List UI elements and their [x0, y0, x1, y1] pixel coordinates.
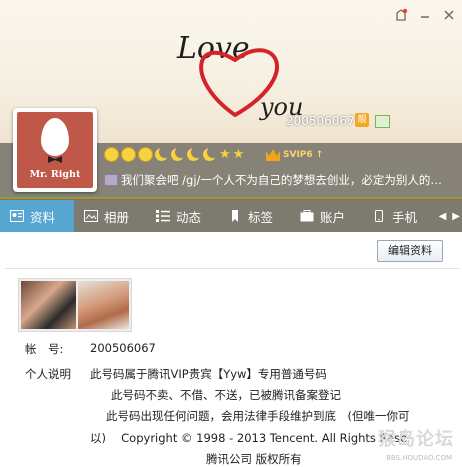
sun-level-icon: [121, 147, 136, 162]
qq-number-banner: 200506067: [286, 114, 355, 128]
egg-icon: [41, 118, 69, 156]
content-divider: [5, 268, 460, 269]
description-line: 腾讯公司 版权所有: [206, 452, 302, 466]
feed-list-icon: [156, 210, 170, 222]
tab-label: 标签: [248, 209, 274, 225]
watermark-title: 猴岛论坛: [378, 429, 454, 450]
arrow-right-icon[interactable]: ▶: [452, 211, 460, 222]
forum-watermark: 猴岛论坛 BBS.HOUDAO.COM: [368, 429, 460, 465]
mobile-phone-icon: [375, 210, 383, 222]
personal-signature[interactable]: 我们聚会吧 /gj/一个人不为自己的梦想去创业，必定为别人的…: [104, 172, 462, 188]
moon-level-icon: [155, 145, 171, 162]
profile-window: Love you 200506067 靓 ★ ★ SVIP6 ↑ 我们聚会吧 /…: [0, 0, 462, 467]
arrow-left-icon[interactable]: ◀: [439, 211, 447, 222]
tab-album[interactable]: 相册: [74, 200, 146, 232]
photo-album-icon: [84, 210, 98, 222]
watermark-url: BBS.HOUDAO.COM: [386, 454, 452, 462]
star-level-icon: ★: [232, 146, 245, 162]
account-label: 帐 号:: [25, 342, 64, 356]
svip-badge[interactable]: SVIP6 ↑: [266, 149, 323, 161]
skin-icon[interactable]: [394, 8, 408, 22]
tab-feed[interactable]: 动态: [146, 200, 218, 232]
phone-bound-icon[interactable]: [375, 115, 390, 128]
tab-label: 资料: [30, 209, 56, 225]
signature-icon: [104, 174, 118, 186]
description-label: 个人说明: [25, 367, 71, 381]
moon-level-icon: [171, 145, 187, 162]
moon-level-icon: [187, 145, 203, 162]
tab-account[interactable]: 账户: [290, 200, 362, 232]
edit-profile-button[interactable]: 编辑资料: [377, 240, 443, 262]
qq-level-icons[interactable]: ★ ★: [104, 145, 245, 162]
bowtie-icon: [48, 156, 62, 163]
description-line: 此号码出现任何问题，会用法律手段维护到底 (但唯一你可: [106, 409, 410, 423]
profile-card-icon: [10, 210, 24, 222]
photo-strip[interactable]: [18, 278, 132, 332]
tab-label: 动态: [176, 209, 202, 225]
tab-profile[interactable]: 资料: [0, 200, 74, 238]
tab-scroll-arrows: ◀ ▶: [439, 200, 460, 232]
close-icon[interactable]: [442, 8, 456, 22]
window-controls: [394, 8, 456, 22]
photo-thumbnail[interactable]: [77, 281, 129, 329]
avatar-caption: Mr. Right: [29, 169, 81, 180]
tab-label: 相册: [104, 209, 130, 225]
signature-text: 我们聚会吧 /gj/一个人不为自己的梦想去创业，必定为别人的…: [121, 173, 442, 187]
sun-level-icon: [138, 147, 153, 162]
tab-label: 手机: [392, 209, 418, 225]
love-text: Love: [176, 31, 250, 66]
tab-mobile[interactable]: 手机: [362, 200, 432, 232]
wallet-icon: [300, 210, 314, 222]
bookmark-tag-icon: [232, 210, 238, 222]
svip-arrow-icon: ↑: [315, 150, 324, 160]
avatar-image: Mr. Right: [17, 112, 93, 188]
svip-level: SVIP6: [283, 150, 313, 160]
sun-level-icon: [104, 147, 119, 162]
tab-label: 账户: [320, 209, 346, 225]
minimize-icon[interactable]: [418, 8, 432, 22]
tab-tags[interactable]: 标签: [218, 200, 290, 232]
account-value: 200506067: [90, 341, 156, 355]
pretty-number-badge[interactable]: 靓: [355, 113, 369, 127]
moon-level-icon: [203, 145, 219, 162]
description-line: 以) Copyright © 1998 - 2013 Tencent. All …: [90, 431, 408, 445]
description-line: 此号码属于腾讯VIP贵宾【Yyw】专用普通号码: [90, 367, 327, 381]
description-line: 此号码不卖、不借、不送，已被腾讯备案登记: [111, 388, 341, 402]
avatar[interactable]: Mr. Right: [13, 108, 97, 192]
tab-bar: 资料 相册 动态 标签 账户 手机 ◀ ▶: [0, 200, 462, 238]
photo-thumbnail[interactable]: [21, 281, 76, 329]
star-level-icon: ★: [219, 146, 231, 162]
crown-icon: [266, 149, 280, 161]
